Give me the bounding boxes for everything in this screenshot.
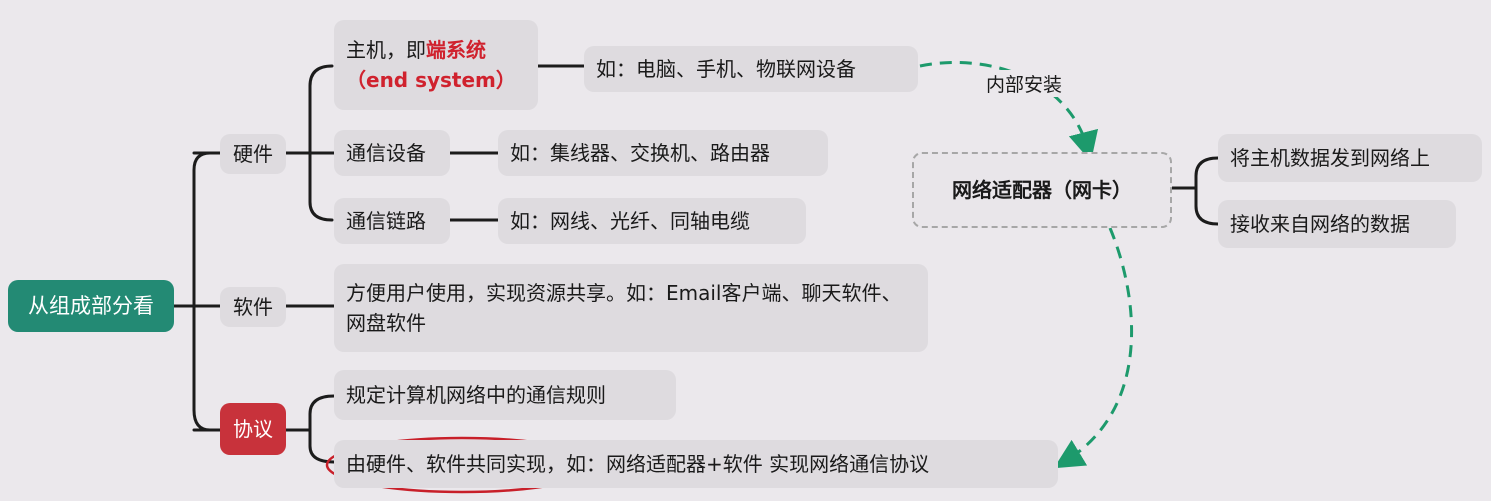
- protocol-spine-line: [308, 394, 336, 464]
- comm-link-node: 通信链路: [334, 198, 450, 244]
- host-example-label: 如：电脑、手机、物联网设备: [596, 57, 856, 81]
- protocol-node: 协议: [220, 403, 286, 455]
- protocol-impl-circled: 由硬件、软件共同实现，: [346, 452, 566, 476]
- software-node: 软件: [220, 287, 286, 327]
- hardware-node: 硬件: [220, 134, 286, 174]
- implement-arrow: [1053, 227, 1134, 469]
- protocol-rules-label: 规定计算机网络中的通信规则: [346, 383, 606, 407]
- adapter-func1-label: 将主机数据发到网络上: [1230, 146, 1430, 170]
- adapter-functions-spine: [1194, 156, 1220, 226]
- install-label-text: 内部安装: [986, 74, 1063, 96]
- hardware-spine-line: [308, 64, 334, 222]
- host-highlight: 端系统: [426, 38, 486, 62]
- host-prefix: 主机，即: [346, 38, 426, 62]
- protocol-rules-node: 规定计算机网络中的通信规则: [334, 370, 676, 420]
- protocol-impl-example: 如：网络适配器+软件 实现网络通信协议: [566, 452, 930, 476]
- comm-device-example-node: 如：集线器、交换机、路由器: [498, 130, 828, 176]
- root-label: 从组成部分看: [28, 294, 154, 318]
- host-example-node: 如：电脑、手机、物联网设备: [584, 46, 918, 92]
- adapter-title: 网络适配器（网卡）: [952, 178, 1132, 202]
- adapter-func1-node: 将主机数据发到网络上: [1218, 134, 1482, 182]
- comm-link-example-label: 如：网线、光纤、同轴电缆: [510, 209, 750, 233]
- adapter-func2-label: 接收来自网络的数据: [1230, 212, 1410, 236]
- software-desc-node: 方便用户使用，实现资源共享。如：Email客户端、聊天软件、网盘软件: [334, 264, 928, 352]
- branch-spine-line: [192, 151, 212, 432]
- host-english: （end system）: [346, 68, 516, 92]
- adapter-func2-node: 接收来自网络的数据: [1218, 200, 1456, 248]
- comm-device-label: 通信设备: [346, 141, 426, 165]
- protocol-label: 协议: [233, 417, 273, 441]
- hardware-label: 硬件: [233, 142, 273, 166]
- host-node: 主机，即端系统 （end system）: [334, 20, 538, 110]
- software-label: 软件: [233, 295, 273, 319]
- comm-device-example-label: 如：集线器、交换机、路由器: [510, 141, 770, 165]
- comm-link-label: 通信链路: [346, 209, 426, 233]
- root-node: 从组成部分看: [8, 280, 174, 332]
- host-line-1: 主机，即端系统: [346, 35, 486, 65]
- adapter-node: 网络适配器（网卡）: [912, 152, 1172, 228]
- install-label: 内部安装: [982, 70, 1067, 97]
- protocol-impl-node: 由硬件、软件共同实现， 如：网络适配器+软件 实现网络通信协议: [334, 440, 1058, 488]
- software-desc-label: 方便用户使用，实现资源共享。如：Email客户端、聊天软件、网盘软件: [346, 281, 902, 335]
- comm-device-node: 通信设备: [334, 130, 450, 176]
- comm-link-example-node: 如：网线、光纤、同轴电缆: [498, 198, 806, 244]
